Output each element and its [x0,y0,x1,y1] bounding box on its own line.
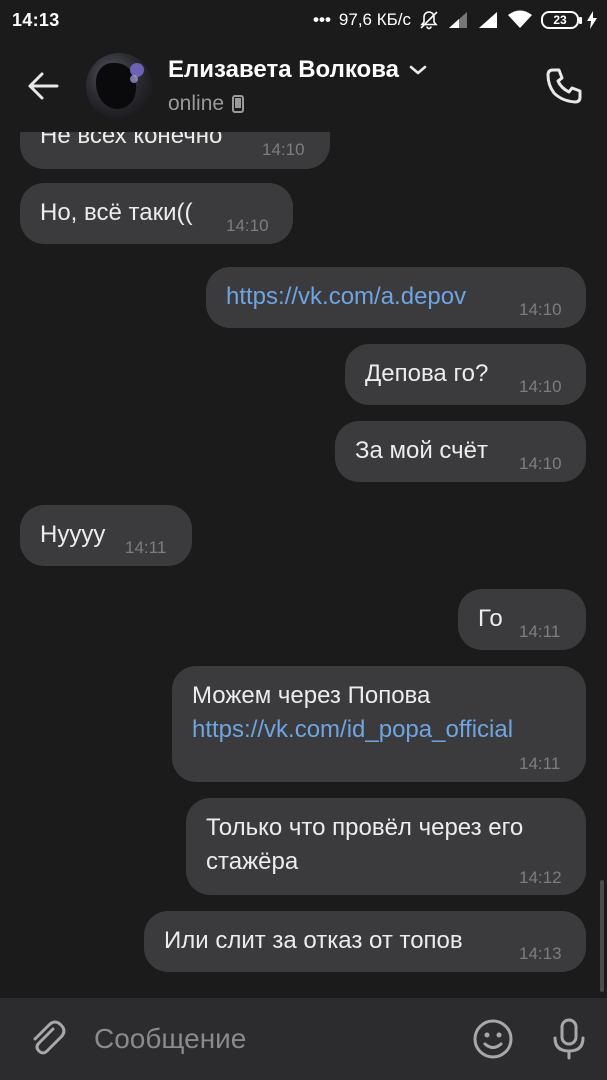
message-time: 14:10 [262,140,305,159]
message-time: 14:11 [519,622,561,641]
signal-icon [477,10,499,30]
message-text: Го [478,605,503,632]
microphone-icon [553,1018,585,1060]
message-outgoing[interactable]: Можем через Попова https://vk.com/id_pop… [172,666,586,782]
phone-device-icon [232,95,245,113]
charging-icon [587,11,597,29]
chat-header: Елизавета Волкова online [0,40,607,132]
message-input[interactable] [94,998,455,1080]
chat-screen: 14:13 ••• 97,6 КБ/с 23 Елизавета Волкова… [0,0,607,1080]
network-speed: 97,6 КБ/с [338,10,411,29]
attach-button[interactable] [0,998,94,1080]
message-text: Нуууу [40,521,106,548]
status-time: 14:13 [12,9,60,30]
avatar[interactable] [86,53,152,119]
phone-call-icon [546,68,582,104]
message-outgoing[interactable]: Или слит за отказ от топов 14:13 [144,911,586,972]
status-indicators: ••• 97,6 КБ/с 23 [313,10,597,30]
message-list[interactable]: Не всех конечно 14:10 Но, всё таки(( 14:… [0,132,607,998]
message-time: 14:10 [519,454,562,473]
message-incoming[interactable]: Не всех конечно 14:10 [20,132,330,169]
emoji-button[interactable] [455,998,531,1080]
contact-status: online [168,92,225,115]
message-outgoing[interactable]: Только что провёл через его стажёра 14:1… [186,798,586,895]
message-outgoing[interactable]: За мой счёт 14:10 [335,421,586,482]
message-text-line: стажёра [206,848,299,875]
contact-name-row: Елизавета Волкова [168,56,527,84]
message-text: За мой счёт [355,437,489,464]
message-input-bar [0,998,607,1080]
smiley-icon [473,1019,513,1059]
message-link[interactable]: https://vk.com/a.depov [226,280,466,314]
message-time: 14:12 [519,868,562,887]
back-arrow-icon [28,72,59,100]
signal-icon [447,10,469,30]
chevron-down-icon[interactable] [409,64,427,76]
message-outgoing[interactable]: Депова го? 14:10 [345,344,586,405]
message-incoming[interactable]: Нуууу 14:11 [20,505,192,566]
contact-name: Елизавета Волкова [168,56,399,83]
back-button[interactable] [0,40,86,132]
message-link[interactable]: https://vk.com/id_popa_official [192,713,513,747]
message-outgoing[interactable]: https://vk.com/a.depov 14:10 [206,267,586,328]
battery-level: 23 [553,13,567,27]
battery-indicator: 23 [541,11,582,29]
message-outgoing[interactable]: Го 14:11 [458,589,586,650]
wifi-icon [507,10,533,30]
message-time: 14:10 [519,300,562,319]
paperclip-icon [33,1020,66,1055]
message-time: 14:11 [519,754,561,773]
message-text: Только что провёл через его стажёра [206,811,523,879]
status-bar: 14:13 ••• 97,6 КБ/с 23 [0,0,607,40]
message-text: Можем через Попова [192,682,431,709]
message-text: Не всех конечно [40,132,223,149]
voice-button[interactable] [531,998,607,1080]
dots-icon: ••• [313,10,331,29]
contact-status-row: online [168,92,527,116]
mute-bell-icon [419,10,439,30]
message-incoming[interactable]: Но, всё таки(( 14:10 [20,183,293,244]
message-time: 14:11 [125,538,167,557]
message-time: 14:10 [519,377,562,396]
message-time: 14:10 [226,216,269,235]
message-time: 14:13 [519,944,562,963]
message-text: Депова го? [365,360,489,387]
contact-info[interactable]: Елизавета Волкова online [168,56,527,116]
message-text: Но, всё таки(( [40,199,193,226]
message-text-line: Только что провёл через его [206,814,524,841]
call-button[interactable] [527,40,601,132]
message-text: Или слит за отказ от топов [164,927,463,954]
avatar-light [130,75,138,83]
scrollbar[interactable] [600,880,604,992]
